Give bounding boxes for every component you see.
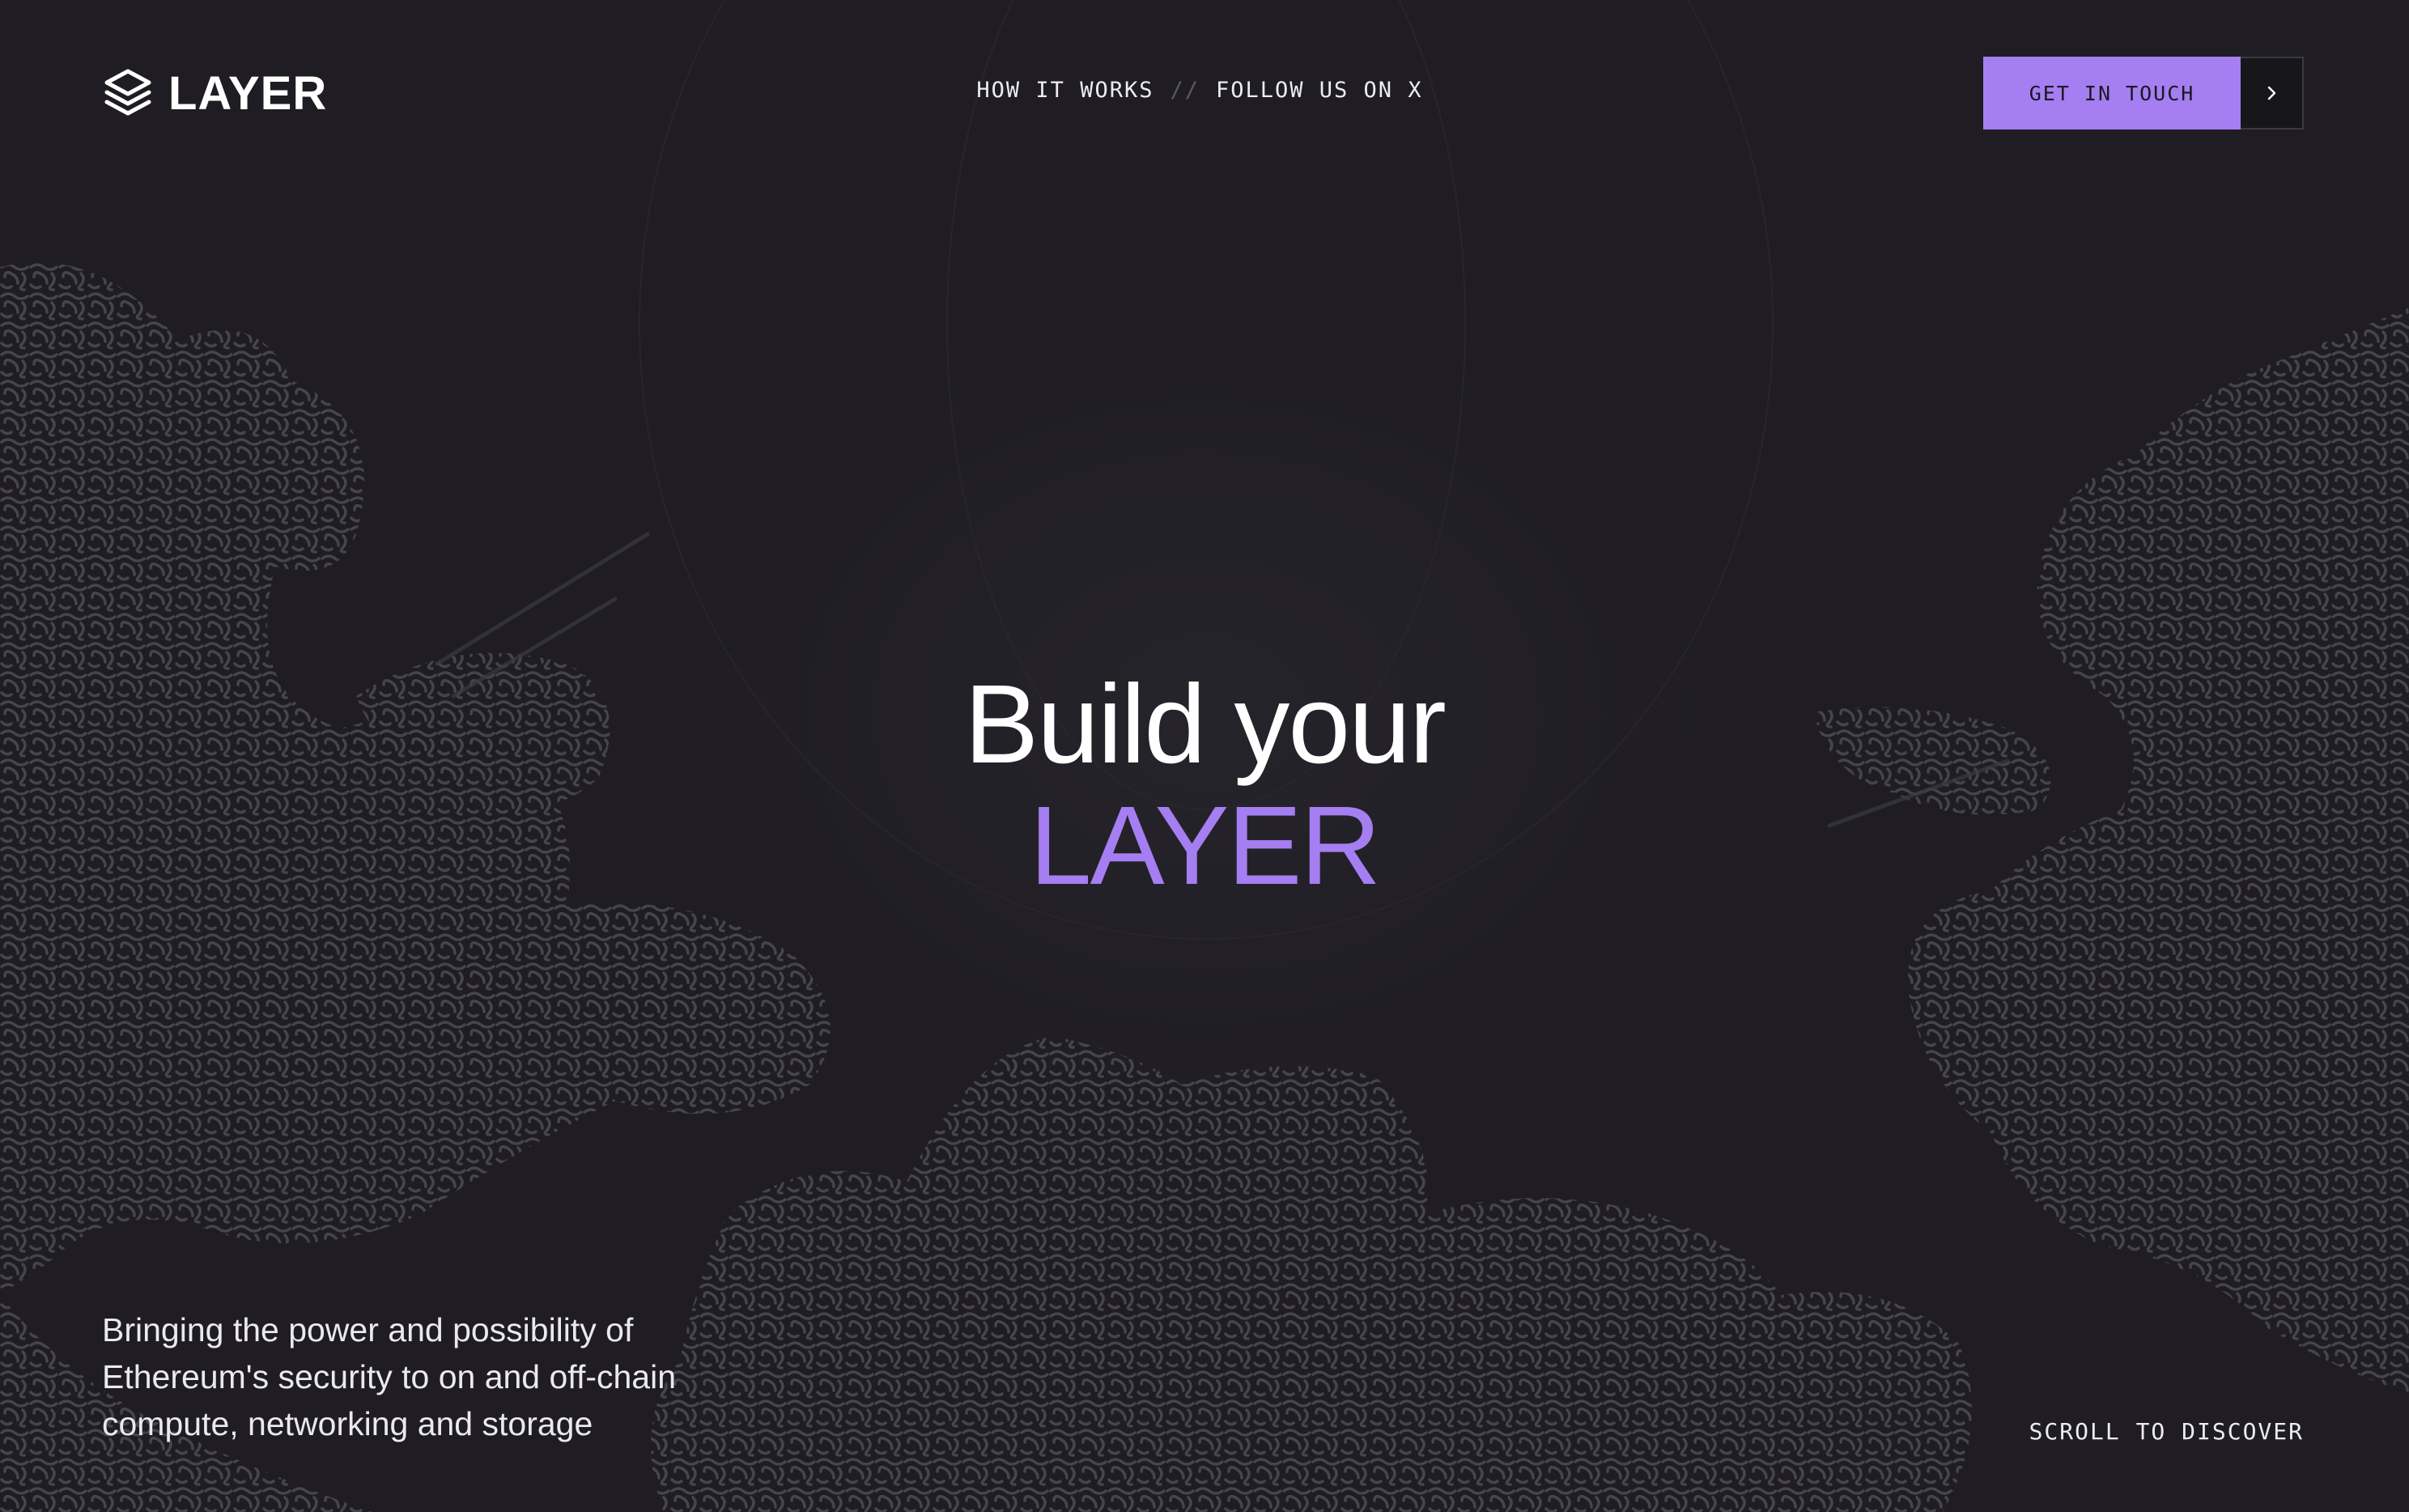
hero-line-2: LAYER (1029, 784, 1381, 908)
get-in-touch-button[interactable]: GET IN TOUCH (1983, 57, 2241, 130)
nav-follow-us-on-x[interactable]: FOLLOW US ON X (1216, 78, 1423, 103)
cta-group: GET IN TOUCH (1983, 57, 2304, 130)
layers-stack-icon (104, 69, 151, 116)
brand-name: LAYER (168, 67, 328, 120)
chevron-right-icon (2267, 86, 2276, 100)
brand-logo[interactable]: LAYER (102, 68, 327, 120)
cta-arrow-button[interactable] (2241, 57, 2304, 130)
hero-line-1: Build your (964, 662, 1447, 787)
scroll-to-discover[interactable]: SCROLL TO DISCOVER (2029, 1418, 2304, 1445)
nav-how-it-works[interactable]: HOW IT WORKS (976, 78, 1154, 103)
hero-heading: Build your LAYER (0, 664, 2409, 907)
hero-tagline: Bringing the power and possibility of Et… (102, 1311, 677, 1442)
